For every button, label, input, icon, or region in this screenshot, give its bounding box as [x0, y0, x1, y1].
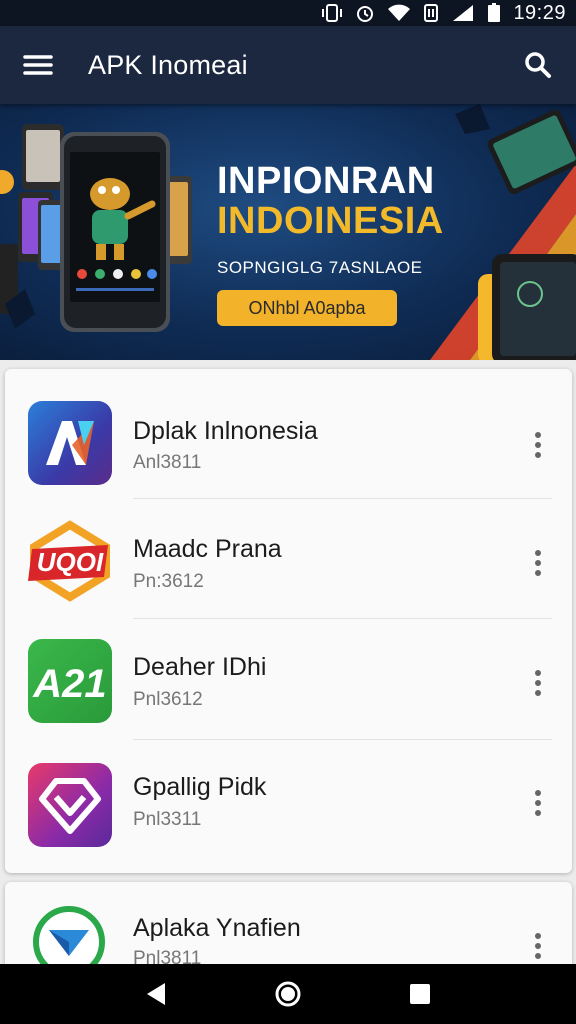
banner-title-line1: INPIONRAN	[217, 160, 435, 202]
navigation-bar	[0, 964, 576, 1024]
more-vert-icon[interactable]	[520, 423, 556, 467]
hamburger-menu-icon[interactable]	[18, 45, 58, 85]
app-name: Maadc Prana	[133, 535, 282, 563]
search-icon[interactable]	[518, 45, 558, 85]
recents-square-icon[interactable]	[395, 969, 445, 1019]
gem-logo-icon	[28, 763, 112, 847]
app-version: Pnl3311	[133, 809, 202, 830]
divider	[133, 739, 552, 740]
uqoi-logo-icon: UQOI	[28, 519, 112, 603]
back-triangle-icon[interactable]	[131, 969, 181, 1019]
app-version: Pn:3612	[133, 571, 204, 592]
svg-text:A21: A21	[32, 662, 106, 706]
alarm-icon	[355, 3, 375, 23]
more-vert-icon[interactable]	[520, 781, 556, 825]
app-name: Dplak Inlnonesia	[133, 417, 318, 445]
status-bar: 19:29	[0, 0, 576, 26]
app-name: Gpallig Pidk	[133, 773, 267, 801]
a21-logo-icon: A21	[28, 639, 112, 723]
app-version: Anl3811	[133, 452, 202, 473]
more-vert-icon[interactable]	[520, 924, 556, 968]
more-vert-icon[interactable]	[520, 661, 556, 705]
list-item[interactable]: A21 Deaher IDhi Pnl3612	[5, 619, 572, 739]
list-item[interactable]: Gpallig Pidk Pnl3311	[5, 743, 572, 863]
banner-title-line2: INDOINESIA	[217, 200, 444, 242]
app-bar: APK Inomeai	[0, 26, 576, 104]
promo-banner[interactable]: INPIONRAN INDOINESIA SOPNGIGLG 7ASNLAOE …	[0, 104, 576, 360]
home-circle-icon[interactable]	[263, 969, 313, 1019]
svg-text:UQOI: UQOI	[37, 547, 104, 577]
status-time: 19:29	[513, 1, 566, 24]
wifi-icon	[387, 3, 411, 23]
list-item[interactable]: Dplak Inlnonesia Anl3811	[5, 379, 572, 499]
app-list-card: Dplak Inlnonesia Anl3811 UQOI Maadc Pran…	[5, 369, 572, 873]
nfc-icon	[423, 3, 439, 23]
banner-cta-button[interactable]: ONhbl A0apba	[217, 290, 397, 326]
signal-icon	[451, 3, 475, 23]
banner-subtitle: SOPNGIGLG 7ASNLAOE	[217, 258, 423, 277]
app-name: Deaher IDhi	[133, 653, 267, 681]
av-logo-icon	[28, 401, 112, 485]
app-title: APK Inomeai	[88, 49, 248, 80]
more-vert-icon[interactable]	[520, 541, 556, 585]
list-item[interactable]: UQOI Maadc Prana Pn:3612	[5, 499, 572, 619]
app-name: Aplaka Ynafien	[133, 914, 301, 942]
app-version: Pnl3612	[133, 689, 203, 710]
vibrate-icon	[321, 3, 343, 23]
battery-icon	[487, 3, 501, 23]
